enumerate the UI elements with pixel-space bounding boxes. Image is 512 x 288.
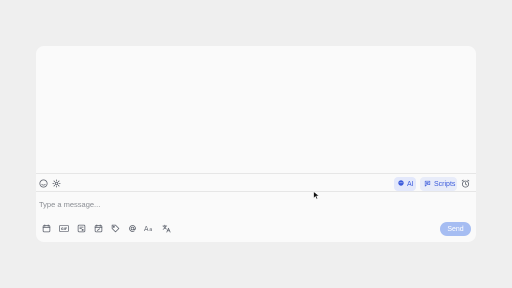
scripts-button-label: Scripts: [434, 180, 456, 188]
emoji-icon[interactable]: [39, 179, 48, 188]
translate-icon[interactable]: [162, 224, 171, 233]
ai-icon: [398, 180, 404, 188]
chat-composer-panel: AI Scripts Type a message... GIF A a Sen…: [36, 46, 476, 242]
mention-icon[interactable]: [128, 224, 137, 233]
send-button[interactable]: Send: [440, 222, 471, 236]
gif-icon[interactable]: GIF: [59, 224, 69, 233]
calendar-edit-icon[interactable]: [94, 224, 103, 233]
calendar-icon[interactable]: [42, 224, 51, 233]
mouse-pointer-icon: [313, 187, 320, 205]
settings-icon[interactable]: [52, 179, 61, 188]
scripts-icon: [424, 180, 431, 189]
tag-icon[interactable]: [111, 224, 120, 233]
message-input-area[interactable]: [36, 193, 476, 219]
svg-text:GIF: GIF: [61, 227, 67, 231]
text-format-icon[interactable]: A a: [144, 224, 155, 233]
ai-button-label: AI: [407, 180, 414, 188]
article-icon[interactable]: [77, 224, 86, 233]
composer-top-toolbar: AI Scripts: [36, 173, 476, 192]
alarm-clock-icon[interactable]: [461, 179, 470, 188]
composer-bottom-toolbar: GIF A a Send: [36, 220, 476, 242]
svg-text:A: A: [144, 225, 149, 233]
message-area: [36, 46, 476, 172]
message-input[interactable]: [39, 197, 469, 211]
svg-text:a: a: [149, 227, 152, 233]
ai-button[interactable]: AI: [394, 177, 416, 191]
scripts-button[interactable]: Scripts: [420, 177, 457, 191]
